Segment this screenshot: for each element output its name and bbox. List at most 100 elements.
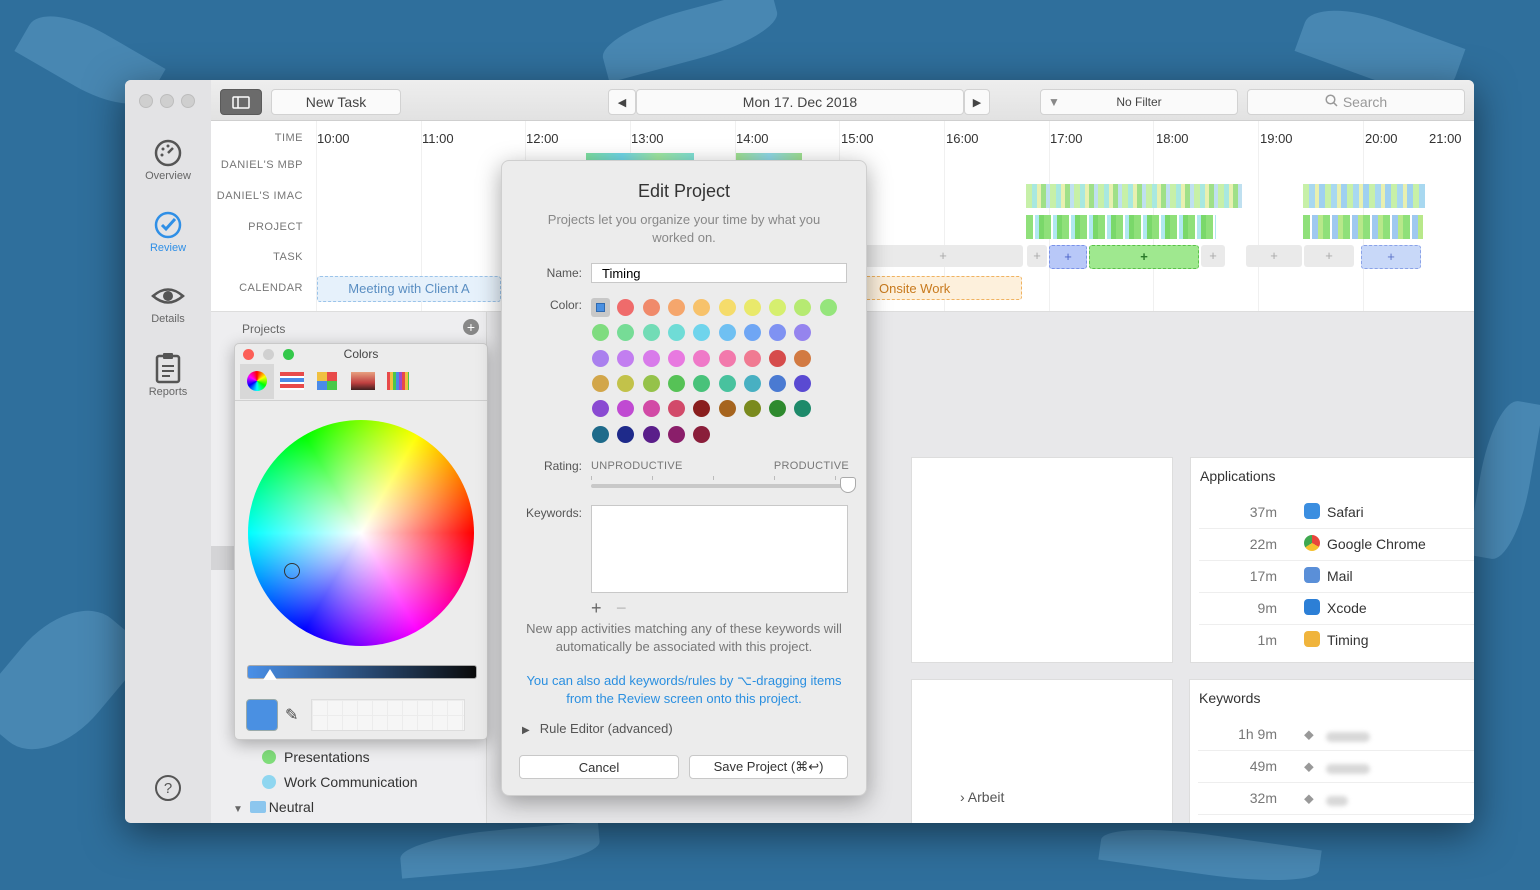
color-swatch[interactable] xyxy=(592,374,609,392)
app-row[interactable]: 17m Mail xyxy=(1199,560,1474,593)
keyword-row[interactable]: 25m ⬥ xyxy=(1198,814,1474,823)
remove-keyword-button[interactable]: − xyxy=(616,598,627,619)
app-row[interactable]: 1m Timing xyxy=(1199,624,1474,656)
activity-block[interactable] xyxy=(1026,184,1242,208)
add-task-slot[interactable]: + xyxy=(1089,245,1199,269)
brightness-slider-knob[interactable] xyxy=(262,669,277,680)
color-swatch[interactable] xyxy=(667,299,685,316)
brightness-slider[interactable] xyxy=(247,665,477,679)
app-row[interactable]: 37m Safari xyxy=(1199,496,1474,529)
color-swatch[interactable] xyxy=(592,425,609,443)
search-input[interactable]: Search xyxy=(1247,89,1465,115)
color-swatch[interactable] xyxy=(617,324,635,342)
rule-editor-disclosure[interactable]: ▶ Rule Editor (advanced) xyxy=(522,721,673,736)
add-task-slot[interactable]: + xyxy=(1304,245,1354,267)
color-swatch[interactable] xyxy=(617,349,635,367)
color-swatch[interactable] xyxy=(693,374,711,392)
nav-details[interactable]: Details xyxy=(125,281,211,325)
next-day-button[interactable]: ▶ xyxy=(964,89,990,115)
color-swatch[interactable] xyxy=(592,400,609,418)
color-swatch[interactable] xyxy=(667,374,685,392)
color-swatch[interactable] xyxy=(617,400,635,418)
color-sliders-tab[interactable] xyxy=(280,372,304,390)
project-item[interactable]: Presentations xyxy=(262,749,370,765)
color-swatch[interactable] xyxy=(769,400,787,418)
color-swatch[interactable] xyxy=(718,299,736,316)
name-field[interactable] xyxy=(591,263,847,283)
project-item[interactable]: Work Communication xyxy=(262,774,418,790)
color-swatch[interactable] xyxy=(718,349,736,367)
add-task-slot[interactable]: + xyxy=(1027,245,1047,267)
rating-slider-knob[interactable] xyxy=(840,477,856,493)
image-palettes-tab[interactable] xyxy=(351,372,375,390)
color-swatch[interactable] xyxy=(592,324,609,342)
keyword-row[interactable]: 49m ⬥ xyxy=(1198,750,1474,783)
color-swatch[interactable] xyxy=(667,324,685,342)
project-folder[interactable]: ▼ Neutral xyxy=(233,799,314,815)
add-project-button[interactable]: + xyxy=(463,319,479,335)
project-block[interactable] xyxy=(1026,215,1216,239)
nav-overview[interactable]: Overview xyxy=(125,138,211,182)
save-project-button[interactable]: Save Project (⌘↩) xyxy=(689,755,848,779)
color-swatch[interactable] xyxy=(794,400,812,418)
nav-review[interactable]: Review xyxy=(125,210,211,254)
color-swatch[interactable] xyxy=(769,299,787,316)
toggle-sidebar-button[interactable] xyxy=(220,89,262,115)
color-swatch[interactable] xyxy=(718,324,736,342)
color-swatch[interactable] xyxy=(617,299,635,316)
color-swatch[interactable] xyxy=(693,400,711,418)
color-swatch[interactable] xyxy=(592,349,609,367)
nav-reports[interactable]: Reports xyxy=(125,352,211,398)
calendar-event[interactable]: Onsite Work xyxy=(864,276,1022,300)
keywords-textarea[interactable] xyxy=(591,505,848,593)
color-swatch[interactable] xyxy=(667,349,685,367)
color-swatch[interactable] xyxy=(794,299,812,316)
color-swatch[interactable] xyxy=(743,299,761,316)
color-palettes-tab[interactable] xyxy=(317,372,337,390)
add-task-slot[interactable]: + xyxy=(1201,245,1225,267)
color-swatch[interactable] xyxy=(743,374,761,392)
selected-color-swatch[interactable] xyxy=(591,298,610,317)
crosshair-icon[interactable] xyxy=(284,563,300,579)
color-swatch[interactable] xyxy=(642,374,660,392)
keyword-row[interactable]: 32m ⬥ xyxy=(1198,782,1474,815)
activity-block[interactable] xyxy=(1303,184,1425,208)
color-swatch[interactable] xyxy=(819,299,837,316)
color-wheel-tab[interactable] xyxy=(240,364,274,399)
color-swatch[interactable] xyxy=(667,400,685,418)
keyword-row[interactable]: 1h 9m ⬥ xyxy=(1198,718,1474,751)
filter-dropdown[interactable]: ▼ No Filter xyxy=(1040,89,1238,115)
color-swatch[interactable] xyxy=(718,400,736,418)
help-button[interactable]: ? xyxy=(125,774,211,804)
color-swatch[interactable] xyxy=(667,425,685,443)
project-block[interactable] xyxy=(1303,215,1423,239)
add-task-slot[interactable]: + xyxy=(1246,245,1302,267)
cancel-button[interactable]: Cancel xyxy=(519,755,679,779)
current-color-well[interactable] xyxy=(246,699,278,731)
color-swatch[interactable] xyxy=(642,400,660,418)
pencils-tab[interactable] xyxy=(387,372,409,390)
close-window-button[interactable] xyxy=(139,94,153,108)
add-task-slot[interactable]: + xyxy=(1361,245,1421,269)
color-swatch[interactable] xyxy=(769,349,787,367)
color-swatch[interactable] xyxy=(617,374,635,392)
new-task-button[interactable]: New Task xyxy=(271,89,401,115)
app-row[interactable]: 22m Google Chrome xyxy=(1199,528,1474,561)
color-swatch[interactable] xyxy=(794,324,812,342)
previous-day-button[interactable]: ◀ xyxy=(608,89,636,115)
color-swatch[interactable] xyxy=(642,324,660,342)
add-task-slot[interactable]: + xyxy=(863,245,1023,267)
color-swatch[interactable] xyxy=(693,324,711,342)
color-swatch[interactable] xyxy=(769,324,787,342)
add-keyword-button[interactable]: + xyxy=(591,598,602,619)
color-swatch[interactable] xyxy=(794,349,812,367)
color-swatch[interactable] xyxy=(642,425,660,443)
color-wheel[interactable] xyxy=(248,420,474,646)
color-swatch[interactable] xyxy=(642,299,660,316)
rating-slider[interactable] xyxy=(591,484,847,488)
color-swatch[interactable] xyxy=(693,349,711,367)
color-swatch[interactable] xyxy=(743,400,761,418)
color-swatch[interactable] xyxy=(743,349,761,367)
color-swatch-wells[interactable] xyxy=(311,699,465,731)
eyedropper-icon[interactable]: ✎ xyxy=(285,705,298,725)
